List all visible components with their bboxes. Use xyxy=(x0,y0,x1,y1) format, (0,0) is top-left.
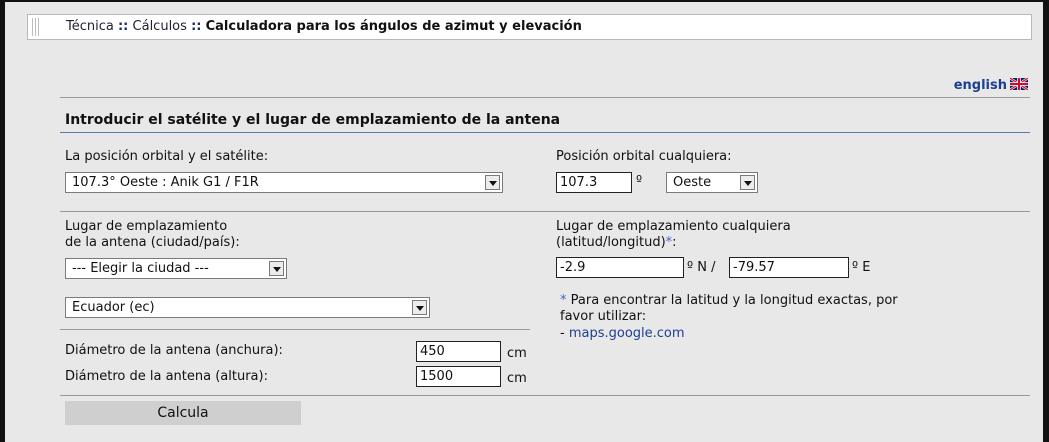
location-label-line2: de la antena (ciudad/país): xyxy=(65,235,240,250)
divider xyxy=(60,211,1030,212)
grip-icon xyxy=(32,18,40,36)
longitude-input[interactable] xyxy=(729,257,849,278)
dish-height-input[interactable] xyxy=(416,366,501,387)
orbital-position-input[interactable] xyxy=(556,172,632,193)
orbital-label: Posición orbital cualquiera: xyxy=(556,149,732,164)
satellite-label: La posición orbital y el satélite: xyxy=(65,149,269,164)
country-select[interactable]: Ecuador (ec) xyxy=(65,297,430,318)
chevron-down-icon[interactable] xyxy=(269,261,284,276)
breadcrumb-separator: :: xyxy=(191,19,202,34)
section-title: Introducir el satélite y el lugar de emp… xyxy=(65,112,561,128)
dish-height-unit: cm xyxy=(507,371,527,386)
page-title: Calculadora para los ángulos de azimut y… xyxy=(205,19,582,34)
breadcrumb-separator: :: xyxy=(117,19,129,34)
maps-link[interactable]: maps.google.com xyxy=(569,326,685,341)
uk-flag-icon xyxy=(1010,78,1028,90)
chevron-down-icon[interactable] xyxy=(740,175,755,190)
language-switch[interactable]: english xyxy=(954,78,1028,93)
direction-select[interactable]: Oeste xyxy=(666,172,758,193)
breadcrumb-item-tecnica[interactable]: Técnica xyxy=(66,19,114,34)
city-select-value: --- Elegir la ciudad --- xyxy=(72,261,209,276)
breadcrumb: Técnica :: Cálculos :: Calculadora para … xyxy=(27,14,1032,40)
dish-height-label: Diámetro de la antena (altura): xyxy=(65,369,268,384)
direction-select-value: Oeste xyxy=(673,175,712,190)
coords-note-line1: * Para encontrar la latitud y la longitu… xyxy=(560,293,898,309)
chevron-down-icon[interactable] xyxy=(412,300,427,315)
dish-width-unit: cm xyxy=(507,346,527,361)
coords-label-line1: Lugar de emplazamiento cualquiera xyxy=(556,219,791,234)
divider xyxy=(60,395,1030,396)
chevron-down-icon[interactable] xyxy=(485,175,500,190)
coords-label-line2: (latitud/longitud)*: xyxy=(556,235,677,251)
maps-link-prefix: - xyxy=(560,326,569,341)
location-label-line1: Lugar de emplazamiento xyxy=(65,219,228,234)
satellite-select[interactable]: 107.3° Oeste : Anik G1 / F1R xyxy=(65,172,503,193)
satellite-select-value: 107.3° Oeste : Anik G1 / F1R xyxy=(72,175,259,190)
city-select[interactable]: --- Elegir la ciudad --- xyxy=(65,258,287,279)
breadcrumb-item-calculos[interactable]: Cálculos xyxy=(133,19,187,34)
asterisk: * xyxy=(560,293,567,308)
orbital-unit: º xyxy=(636,174,643,189)
section-underline xyxy=(60,132,1030,133)
longitude-unit: º E xyxy=(852,260,871,275)
calculate-button[interactable]: Calcula xyxy=(65,401,301,425)
dish-width-label: Diámetro de la antena (anchura): xyxy=(65,343,283,358)
country-select-value: Ecuador (ec) xyxy=(72,300,155,315)
latitude-unit: º N / xyxy=(687,260,716,275)
coords-label-text: (latitud/longitud) xyxy=(556,235,666,250)
page-frame: Técnica :: Cálculos :: Calculadora para … xyxy=(0,0,1049,442)
divider xyxy=(60,97,1030,98)
language-link[interactable]: english xyxy=(954,78,1007,93)
coords-label-colon: : xyxy=(672,235,677,250)
coords-note-text: Para encontrar la latitud y la longitud … xyxy=(570,293,898,308)
dish-width-input[interactable] xyxy=(416,341,501,362)
maps-link-row: - maps.google.com xyxy=(560,326,685,342)
latitude-input[interactable] xyxy=(556,257,684,278)
coords-note-line2: favor utilizar: xyxy=(560,309,647,324)
divider xyxy=(60,329,530,330)
